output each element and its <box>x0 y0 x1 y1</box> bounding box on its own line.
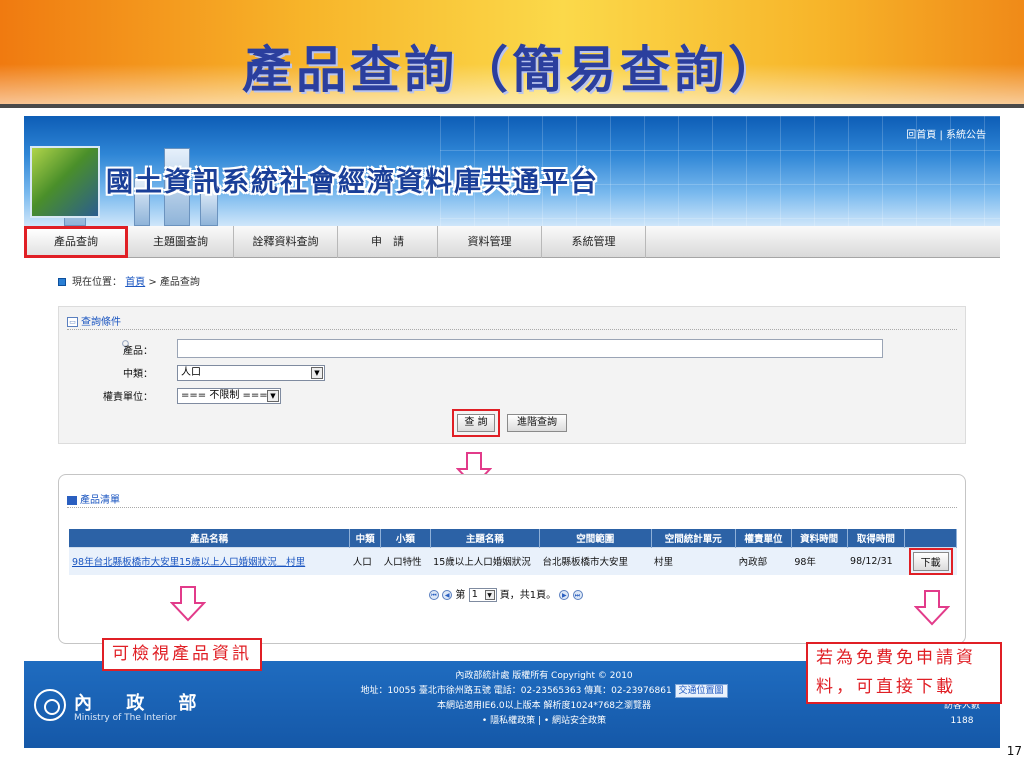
product-name-link[interactable]: 98年台北縣板橋市大安里15歲以上人口婚姻狀況＿村里 <box>69 546 350 575</box>
callout-download: 若為免費免申請資料，可直接下載 <box>806 642 1002 704</box>
ministry-english-name: Ministry of The Interior <box>74 713 177 723</box>
query-panel: ▭ 查詢條件 ⚲ 產品： 中類： 人口 ▼ 權責單位： === 不限制 === ▼… <box>58 306 966 444</box>
col-obtain-time: 取得時間 <box>847 529 906 547</box>
top-links-text[interactable]: 回首頁 | 系統公告 <box>906 130 986 141</box>
nav-metadata-query[interactable]: 詮釋資料查詢 <box>234 226 338 258</box>
privacy-link[interactable]: 隱私權政策 <box>490 716 535 726</box>
slide-number: 17 <box>1006 744 1022 758</box>
next-page-icon[interactable]: ▶ <box>559 590 570 600</box>
ministry-name: 內 政 部 <box>74 693 211 714</box>
bullet-icon <box>58 278 66 286</box>
breadcrumb: 現在位置： 首頁 > 產品查詢 <box>58 273 200 288</box>
title-divider <box>0 104 1024 108</box>
visitors-count: 1188 <box>950 716 974 726</box>
dropdown-arrow-icon[interactable]: ▼ <box>311 367 323 379</box>
product-label: 產品： <box>123 346 153 357</box>
last-page-icon[interactable]: ⏭ <box>572 590 583 600</box>
map-link[interactable]: 交通位置圖 <box>674 684 728 698</box>
category-selected-value: 人口 <box>181 367 201 378</box>
nav-data-management[interactable]: 資料管理 <box>438 226 542 258</box>
advanced-search-button[interactable]: 進階查詢 <box>507 414 567 432</box>
main-nav: 產品查詢 主題圖查詢 詮釋資料查詢 申 請 資料管理 系統管理 <box>24 226 1000 258</box>
col-spatial-range: 空間範圍 <box>539 529 652 547</box>
down-arrow-icon <box>170 586 206 622</box>
table-header-row: 產品名稱 中類 小類 主題名稱 空間範圍 空間統計單元 權責單位 資料時間 取得… <box>69 529 957 547</box>
page-select[interactable]: 1 ▼ <box>468 588 497 602</box>
search-box-icon: ▭ <box>67 317 78 327</box>
nav-apply[interactable]: 申 請 <box>338 226 438 258</box>
footer-info: 內政部統計處 版權所有 Copyright © 2010 地址：10055 臺北… <box>324 669 764 729</box>
category-select[interactable]: 人口 ▼ <box>177 365 325 381</box>
top-links[interactable]: 回首頁 | 系統公告 <box>906 126 986 141</box>
policy-links: • 隱私權政策 | • 網站安全政策 <box>481 716 607 726</box>
cell-authority: 內政部 <box>735 546 792 575</box>
cell-spatial-range: 台北縣板橋市大安里 <box>539 546 651 575</box>
address-line: 地址：10055 臺北市徐州路五號 電話：02-23565363 傳真：02-2… <box>324 684 764 699</box>
cell-action: 下載 <box>904 546 957 575</box>
nav-product-query[interactable]: 產品查詢 <box>24 226 128 258</box>
pager-suffix: 頁，共1頁。 <box>499 590 557 601</box>
callout-view-info: 可檢視產品資訊 <box>102 638 262 671</box>
authority-label: 權責單位： <box>103 392 153 403</box>
site-logo-cube <box>30 146 100 218</box>
table-row: 98年台北縣板橋市大安里15歲以上人口婚姻狀況＿村里 人口 人口特性 15歲以上… <box>69 546 957 575</box>
query-panel-header: ▭ 查詢條件 <box>67 313 121 328</box>
site-title: 國土資訊系統社會經濟資料庫共通平台 <box>106 167 599 198</box>
nav-system-management[interactable]: 系統管理 <box>542 226 646 258</box>
copyright-text: 內政部統計處 版權所有 Copyright © 2010 <box>455 671 633 681</box>
browser-note: 本網站適用IE6.0以上版本 解析度1024*768之瀏覽器 <box>436 701 652 711</box>
pagination: ⏮ ◀ 第 1 ▼ 頁，共1頁。 ▶ ⏭ <box>429 586 583 602</box>
list-divider <box>67 507 957 508</box>
authority-selected-value: === 不限制 === <box>181 390 268 401</box>
breadcrumb-current: > 產品查詢 <box>148 277 200 288</box>
breadcrumb-prefix: 現在位置： <box>72 277 122 288</box>
col-action <box>904 529 957 547</box>
col-spatial-unit: 空間統計單元 <box>651 529 737 547</box>
product-table: 產品名稱 中類 小類 主題名稱 空間範圍 空間統計單元 權責單位 資料時間 取得… <box>69 529 957 575</box>
dropdown-arrow-icon[interactable]: ▼ <box>484 590 495 600</box>
cell-theme: 15歲以上人口婚姻狀況 <box>430 546 540 575</box>
cell-obtain-time: 98/12/31 <box>847 546 905 575</box>
download-button[interactable]: 下載 <box>912 551 949 571</box>
product-list-header: 產品清單 <box>67 491 120 506</box>
col-data-time: 資料時間 <box>791 529 848 547</box>
panel-divider <box>67 329 957 330</box>
cell-spatial-unit: 村里 <box>651 546 736 575</box>
site-banner: 國土資訊系統社會經濟資料庫共通平台 回首頁 | 系統公告 <box>24 116 1000 226</box>
security-link[interactable]: 網站安全政策 <box>552 716 606 726</box>
cell-category: 人口 <box>349 546 381 575</box>
down-arrow-icon <box>914 590 950 626</box>
page-select-value: 1 <box>471 589 478 600</box>
category-label: 中類： <box>123 369 153 380</box>
col-product-name: 產品名稱 <box>69 529 351 547</box>
query-header-label: 查詢條件 <box>81 317 121 328</box>
address-text: 地址：10055 臺北市徐州路五號 電話：02-23565363 傳真：02-2… <box>360 686 672 696</box>
col-theme: 主題名稱 <box>430 529 541 547</box>
breadcrumb-home-link[interactable]: 首頁 <box>125 277 145 288</box>
product-search-input[interactable] <box>177 339 883 358</box>
first-page-icon[interactable]: ⏮ <box>429 590 439 600</box>
nav-theme-map-query[interactable]: 主題圖查詢 <box>128 226 234 258</box>
col-authority: 權責單位 <box>735 529 792 547</box>
authority-select[interactable]: === 不限制 === ▼ <box>177 388 281 404</box>
slide-title: 產品查詢（簡易查詢） <box>242 40 782 99</box>
cell-subcategory: 人口特性 <box>380 546 431 575</box>
prev-page-icon[interactable]: ◀ <box>442 590 453 600</box>
dropdown-arrow-icon[interactable]: ▼ <box>267 390 279 402</box>
col-category: 中類 <box>349 529 382 547</box>
cell-data-time: 98年 <box>791 546 848 575</box>
col-subcategory: 小類 <box>380 529 431 547</box>
pager-prefix: 第 <box>455 590 466 601</box>
search-button[interactable]: 查 詢 <box>457 414 495 432</box>
product-list-label: 產品清單 <box>80 495 120 506</box>
ministry-logo-icon <box>34 689 66 721</box>
list-icon <box>67 495 77 505</box>
